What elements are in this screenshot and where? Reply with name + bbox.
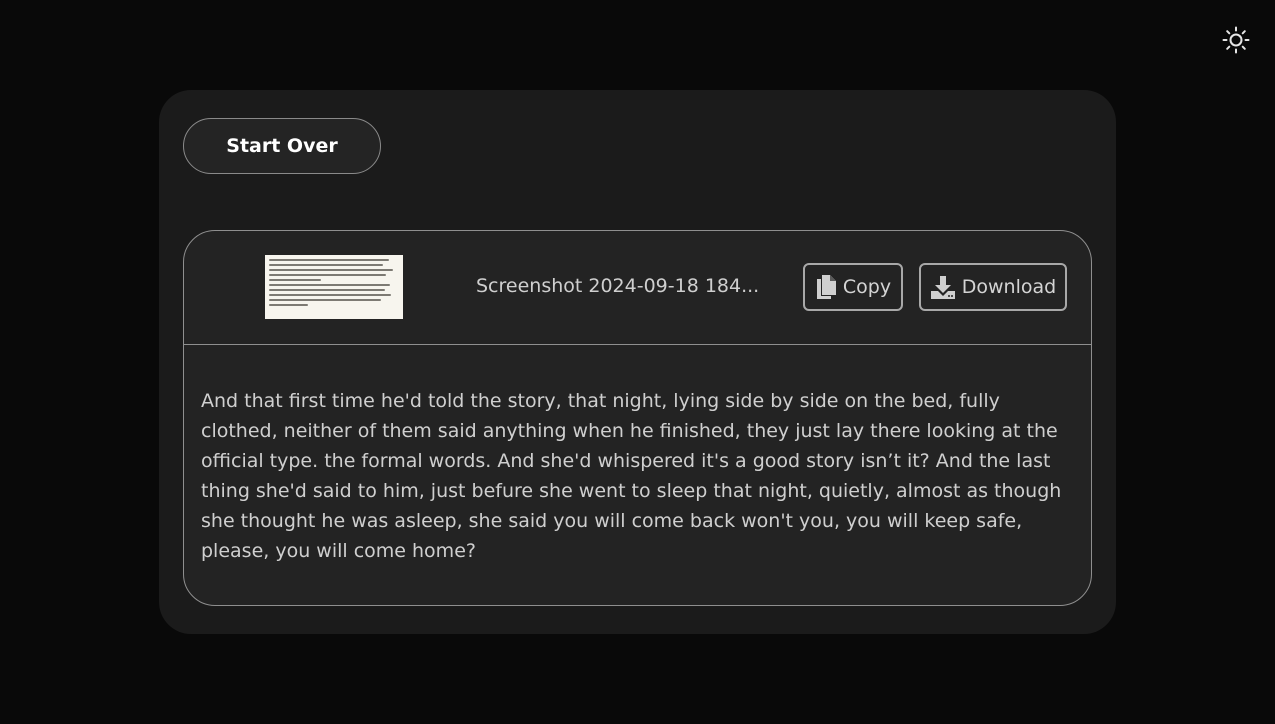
extracted-text: And that first time he'd told the story,… [201,390,1062,562]
copy-button[interactable]: Copy [803,263,903,311]
result-card: Screenshot 2024-09-18 184... Copy Downlo… [183,230,1092,606]
download-icon [930,274,956,300]
result-card-header: Screenshot 2024-09-18 184... Copy Downlo… [184,231,1091,345]
main-panel: Start Over Screenshot 2024-09-18 184... [159,90,1116,634]
theme-toggle-button[interactable] [1218,22,1254,58]
copy-icon [815,274,837,300]
document-thumbnail [265,255,403,319]
download-button[interactable]: Download [919,263,1067,311]
copy-label: Copy [842,276,892,298]
download-label: Download [961,276,1057,298]
file-name: Screenshot 2024-09-18 184... [476,275,760,297]
sun-icon [1222,26,1250,54]
start-over-button[interactable]: Start Over [183,118,381,174]
